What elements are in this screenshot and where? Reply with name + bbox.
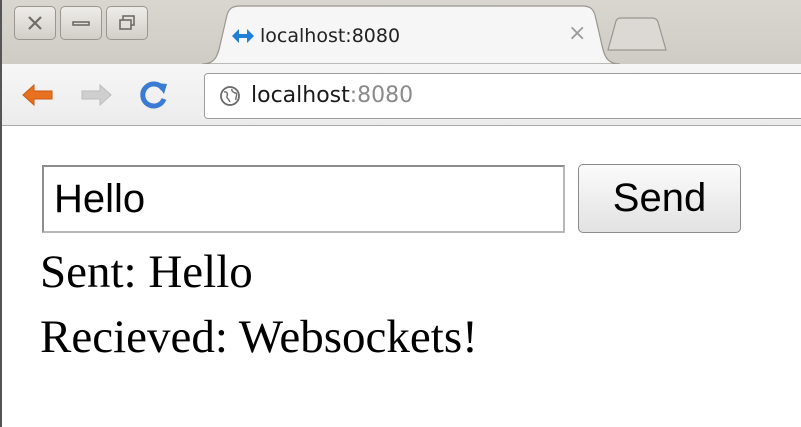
window-minimize-button[interactable] xyxy=(60,6,102,40)
window-close-button[interactable] xyxy=(14,6,56,40)
tab-close-button[interactable]: × xyxy=(568,23,586,45)
received-message: Recieved: Websockets! xyxy=(40,311,478,363)
reload-button[interactable] xyxy=(136,78,172,112)
minimize-icon xyxy=(72,21,90,26)
window-controls xyxy=(14,6,148,40)
globe-icon xyxy=(220,86,240,106)
address-bar[interactable]: localhost:8080 xyxy=(204,73,801,119)
close-icon xyxy=(28,16,42,30)
forward-arrow-icon xyxy=(81,83,112,107)
browser-window: localhost:8080 × localhost:8080 Hello Se… xyxy=(0,0,801,427)
active-tab[interactable]: localhost:8080 × xyxy=(202,5,620,64)
message-input[interactable] xyxy=(42,165,565,233)
sent-message: Sent: Hello xyxy=(40,246,253,298)
page-content: Send Sent: Hello Recieved: Websockets! xyxy=(4,127,801,427)
restore-icon xyxy=(119,15,135,30)
address-host: localhost xyxy=(251,83,350,108)
reload-icon xyxy=(140,81,167,109)
window-restore-button[interactable] xyxy=(106,6,148,40)
tab-title: localhost:8080 xyxy=(260,25,401,47)
send-button[interactable]: Send xyxy=(578,164,741,233)
back-arrow-icon xyxy=(22,83,53,107)
websocket-arrows-icon xyxy=(232,29,254,43)
address-text: localhost:8080 xyxy=(251,83,413,108)
browser-toolbar: localhost:8080 xyxy=(2,64,801,126)
forward-button[interactable] xyxy=(78,78,114,112)
back-button[interactable] xyxy=(20,78,56,112)
new-tab-button[interactable] xyxy=(606,17,668,51)
address-port: :8080 xyxy=(349,83,414,108)
tab-strip: localhost:8080 × xyxy=(2,0,801,64)
